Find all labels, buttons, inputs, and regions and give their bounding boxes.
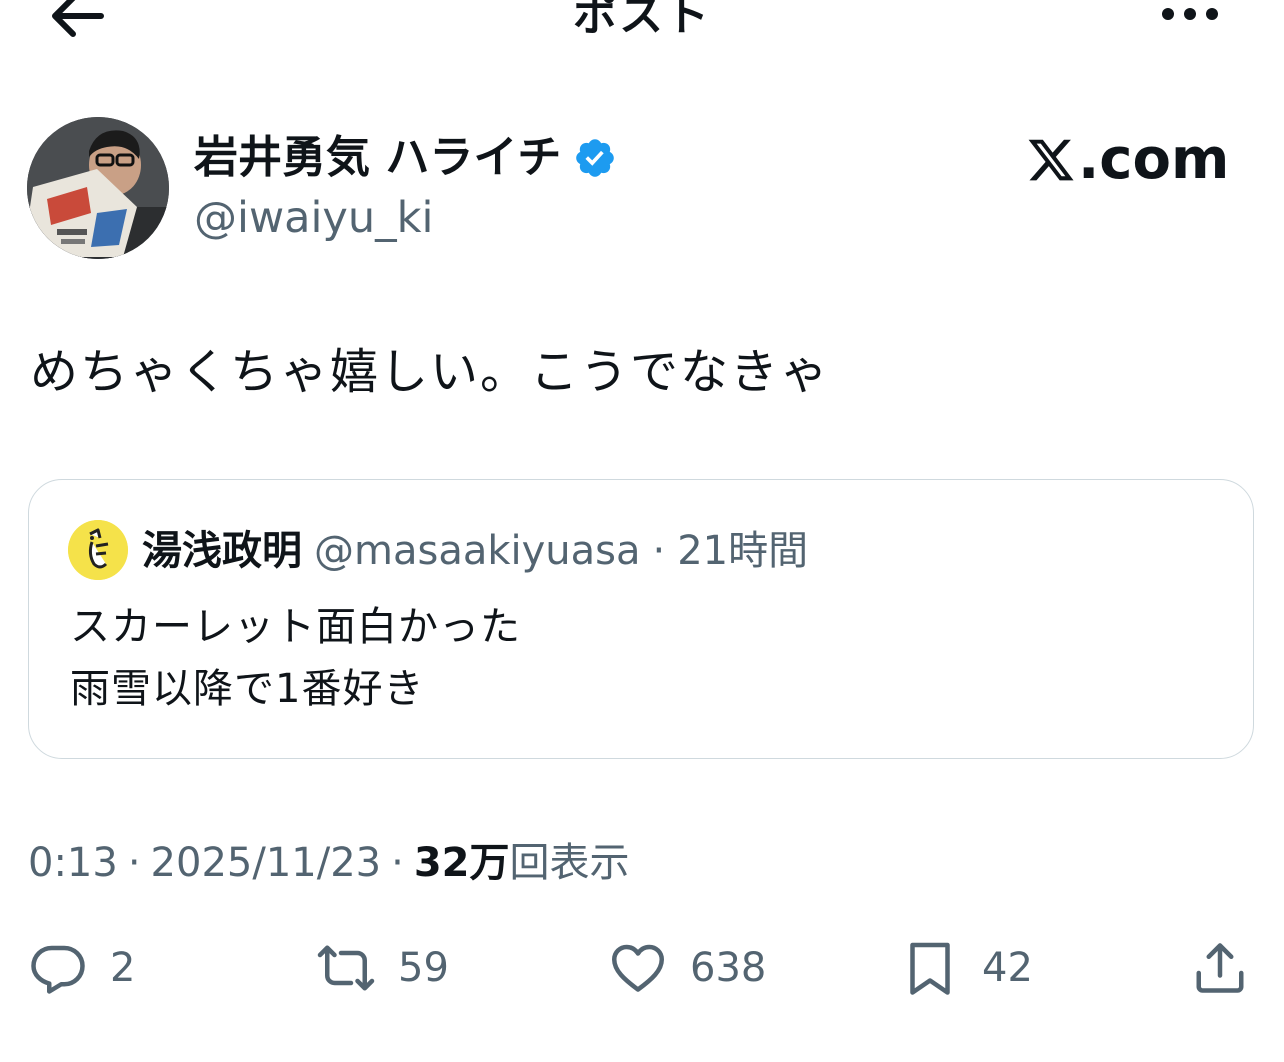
more-horizontal-icon	[1162, 8, 1218, 20]
author-name-row[interactable]: 岩井勇気 ハライチ	[194, 130, 617, 186]
post-meta: 0:13 · 2025/11/23 · 32万 回表示	[28, 836, 629, 890]
quote-author-avatar[interactable]	[68, 520, 128, 580]
meta-separator: ·	[127, 840, 141, 886]
x-com-suffix: .com	[1078, 127, 1230, 192]
heart-icon	[612, 944, 664, 992]
post-time[interactable]: 0:13	[28, 836, 118, 890]
repost-button[interactable]: 59	[316, 938, 449, 998]
repost-count: 59	[398, 945, 449, 991]
views-label: 回表示	[509, 840, 630, 886]
like-button[interactable]: 638	[608, 938, 766, 998]
verified-badge-icon	[576, 139, 615, 177]
quote-author-handle[interactable]: @masaakiyuasa	[314, 524, 641, 578]
repost-icon	[317, 945, 375, 991]
views-count[interactable]: 32万 回表示	[414, 836, 630, 890]
post-text: めちゃくちゃ嬉しい。こうでなきゃ	[30, 344, 831, 400]
views-number: 32万	[413, 840, 510, 886]
reply-button[interactable]: 2	[28, 938, 135, 998]
quote-separator: ·	[652, 528, 666, 574]
bookmark-button[interactable]: 42	[900, 938, 1033, 998]
share-icon	[1196, 943, 1244, 993]
meta-separator: ·	[391, 840, 404, 886]
quote-header: 湯浅政明 @masaakiyuasa · 21時間	[142, 524, 808, 578]
page-title: ポスト	[573, 0, 711, 41]
share-button[interactable]	[1190, 938, 1250, 998]
reply-icon	[31, 945, 85, 994]
quote-timestamp[interactable]: 21時間	[677, 524, 808, 578]
avatar-photo	[27, 117, 169, 259]
quote-avatar-image	[68, 520, 128, 580]
bookmark-count: 42	[982, 945, 1033, 991]
quote-author-name[interactable]: 湯浅政明	[142, 524, 302, 578]
quote-text-line: スカーレット面白かった	[70, 604, 521, 650]
author-avatar[interactable]	[27, 117, 169, 259]
x-com-watermark: .com	[1026, 128, 1229, 192]
author-name[interactable]: 岩井勇気 ハライチ	[194, 130, 561, 186]
quote-text-line: 雨雪以降で1番好き	[70, 666, 425, 712]
reply-count: 2	[110, 945, 136, 991]
author-handle[interactable]: @iwaiyu_ki	[194, 190, 433, 246]
like-count: 638	[690, 945, 767, 991]
post-date[interactable]: 2025/11/23	[151, 836, 382, 890]
more-options-button[interactable]	[1150, 0, 1230, 36]
bookmark-icon	[910, 942, 950, 995]
x-logo-icon	[1028, 139, 1074, 181]
